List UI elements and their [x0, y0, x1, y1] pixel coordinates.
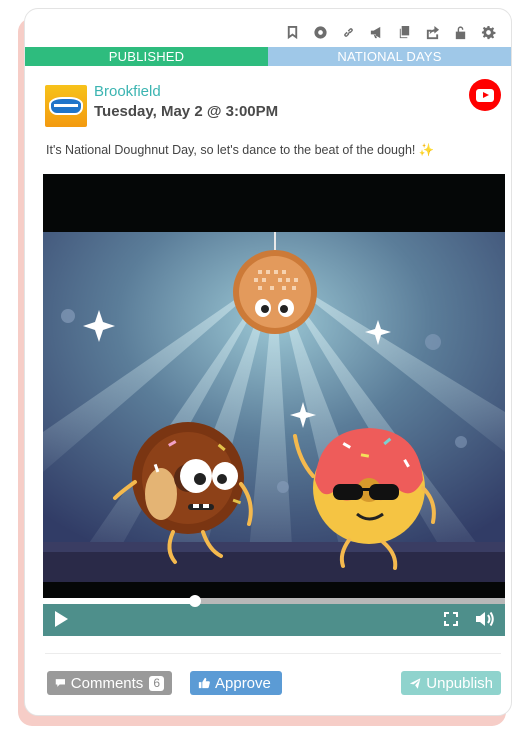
- unpublish-button[interactable]: Unpublish: [401, 671, 501, 695]
- post-datetime: Tuesday, May 2 @ 3:00PM: [94, 103, 279, 120]
- video-player[interactable]: [43, 174, 505, 636]
- youtube-icon: [469, 79, 501, 111]
- circle-icon[interactable]: [311, 23, 329, 41]
- post-card: PUBLISHED NATIONAL DAYS Brookfield Tuesd…: [24, 8, 512, 716]
- status-bar: PUBLISHED NATIONAL DAYS: [25, 47, 511, 66]
- post-text: It's National Doughnut Day, so let's dan…: [46, 143, 496, 158]
- play-icon[interactable]: [53, 610, 69, 628]
- unlock-icon[interactable]: [451, 23, 469, 41]
- post-toolbar: [283, 23, 497, 41]
- status-published-label: PUBLISHED: [25, 47, 268, 66]
- comments-button-label: Comments: [70, 674, 144, 692]
- card-divider: [45, 653, 501, 654]
- post-message: It's National Doughnut Day, so let's dan…: [46, 143, 419, 157]
- unpublish-button-label: Unpublish: [426, 674, 493, 692]
- gear-icon[interactable]: [479, 23, 497, 41]
- share-icon[interactable]: [423, 23, 441, 41]
- comments-button[interactable]: Comments 6: [47, 671, 172, 695]
- volume-icon[interactable]: [475, 610, 495, 628]
- bookmark-icon[interactable]: [283, 23, 301, 41]
- thumbs-up-icon: [198, 677, 210, 689]
- status-category-label: NATIONAL DAYS: [268, 47, 511, 66]
- video-frame-dancing-doughnuts: [43, 232, 505, 582]
- copy-icon[interactable]: [395, 23, 413, 41]
- fullscreen-icon[interactable]: [443, 611, 459, 627]
- account-name[interactable]: Brookfield: [94, 83, 161, 100]
- paper-plane-icon: [409, 677, 421, 689]
- comment-icon: [55, 679, 66, 687]
- video-progress-fill: [43, 598, 196, 604]
- sparkles-emoji: ✨: [418, 143, 435, 157]
- link-icon[interactable]: [339, 23, 357, 41]
- approve-button-label: Approve: [215, 674, 271, 692]
- brand-logo: [49, 97, 83, 115]
- approve-button[interactable]: Approve: [190, 671, 282, 695]
- megaphone-icon[interactable]: [367, 23, 385, 41]
- comments-count-badge: 6: [149, 675, 164, 691]
- account-avatar[interactable]: [45, 85, 87, 127]
